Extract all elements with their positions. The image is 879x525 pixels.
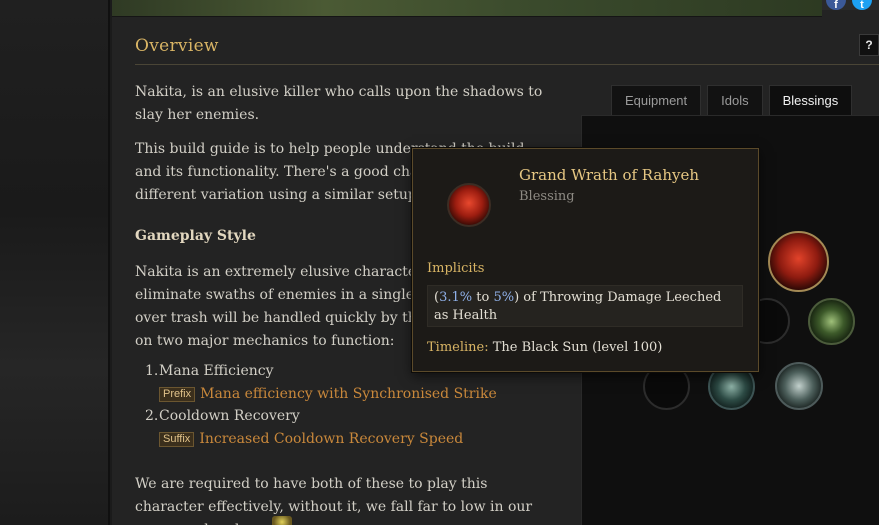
tooltip-timeline: Timeline: The Black Sun (level 100)	[427, 340, 662, 355]
list-label: Mana Efficiency	[159, 363, 274, 379]
gameplay-heading: Gameplay Style	[135, 228, 256, 244]
section-divider	[135, 64, 879, 65]
modifier-range-to: to	[476, 290, 490, 305]
list-subitem: Prefix Mana efficiency with Synchronised…	[159, 383, 497, 405]
section-title: Overview	[135, 36, 219, 56]
prefix-badge: Prefix	[159, 386, 196, 402]
tab-idols[interactable]: Idols	[707, 85, 763, 115]
blessing-slot-wrath-icon[interactable]	[768, 231, 829, 292]
list-subitem: Suffix Increased Cooldown Recovery Speed	[159, 428, 497, 450]
build-tabs: Equipment Idols Blessings	[611, 85, 853, 115]
blessing-slot-green-icon[interactable]	[808, 298, 855, 345]
tab-blessings[interactable]: Blessings	[768, 85, 853, 115]
page: f t Overview ? Nakita, is an elusive kil…	[0, 0, 879, 525]
intro-paragraph: Nakita, is an elusive killer who calls u…	[135, 84, 543, 123]
timeline-value: The Black Sun (level 100)	[492, 340, 663, 355]
social-links: f t	[822, 0, 879, 11]
blessing-tooltip: Grand Wrath of Rahyeh Blessing Implicits…	[412, 148, 759, 372]
twitter-icon[interactable]: t	[852, 0, 872, 11]
mechanics-list: 1. Mana Efficiency Prefix Mana efficienc…	[145, 360, 497, 450]
list-label: Cooldown Recovery	[159, 408, 300, 424]
timeline-label: Timeline:	[427, 340, 489, 355]
tab-equipment[interactable]: Equipment	[611, 85, 702, 115]
list-number: 2.	[145, 408, 159, 424]
list-number: 1.	[145, 363, 159, 379]
tooltip-type: Blessing	[519, 189, 575, 204]
modifier-range-high: 5%	[493, 290, 515, 305]
requirements-paragraph: We are required to have both of these to…	[135, 476, 533, 525]
tooltip-modifier: (3.1% to 5%) of Throwing Damage Leeched …	[427, 285, 743, 327]
blessing-slot-grey-icon[interactable]	[775, 362, 823, 410]
tooltip-implicits-label: Implicits	[427, 261, 485, 276]
cooldown-recovery-link[interactable]: Increased Cooldown Recovery Speed	[199, 428, 463, 451]
wrath-blessing-icon	[447, 183, 491, 227]
mana-efficiency-link[interactable]: Mana efficiency with Synchronised Strike	[200, 383, 497, 406]
hero-banner	[112, 0, 822, 17]
help-button[interactable]: ?	[859, 34, 879, 56]
facebook-icon[interactable]: f	[826, 0, 846, 11]
skill-inline-icon[interactable]	[272, 516, 292, 525]
list-item: 2. Cooldown Recovery	[145, 405, 497, 428]
suffix-badge: Suffix	[159, 431, 195, 447]
left-background	[0, 0, 110, 525]
modifier-range-low: 3.1%	[439, 290, 473, 305]
tooltip-title: Grand Wrath of Rahyeh	[519, 166, 700, 184]
